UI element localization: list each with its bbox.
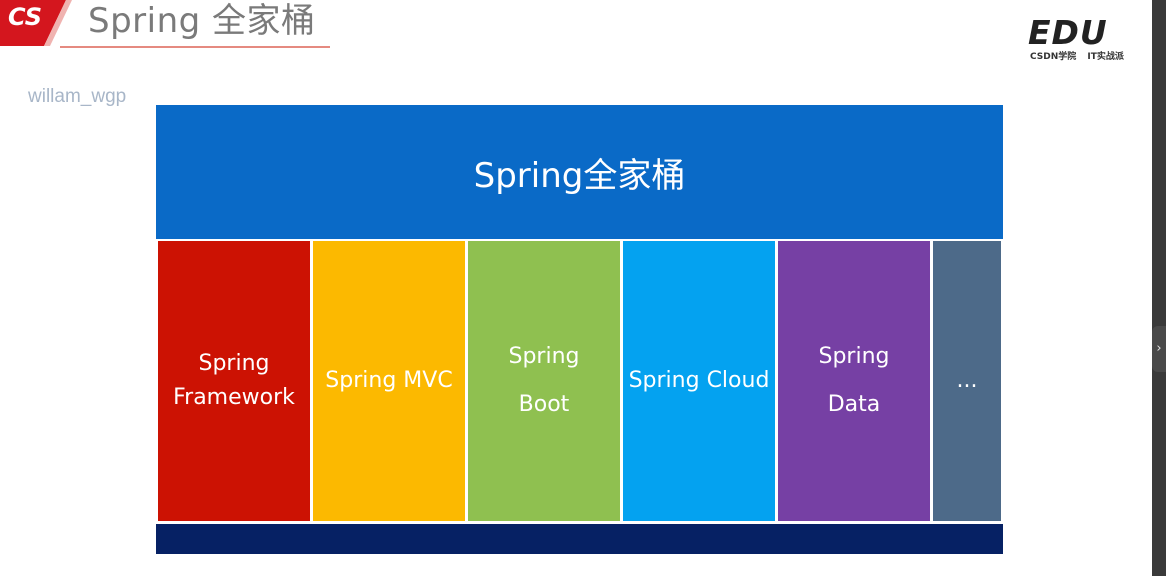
diagram-footer-bar	[156, 524, 1003, 554]
author-watermark: willam_wgp	[28, 86, 127, 107]
column-spring-framework: Spring Framework	[158, 241, 310, 521]
spring-family-diagram: Spring全家桶 Spring Framework Spring MVC Sp…	[156, 105, 1003, 554]
viewer-side-strip	[1152, 0, 1166, 576]
column-spring-mvc: Spring MVC	[313, 241, 465, 521]
edu-logo: EDU CSDN学院 IT实战派	[1028, 14, 1140, 64]
edu-logo-text: EDU	[1028, 13, 1108, 52]
column-spring-data: Spring Data	[778, 241, 930, 521]
diagram-header: Spring全家桶	[156, 105, 1003, 239]
column-label: ...	[956, 368, 978, 393]
column-spring-cloud: Spring Cloud	[623, 241, 775, 521]
edu-logo-subtitle: CSDN学院 IT实战派	[1030, 52, 1124, 62]
title-underline	[60, 46, 330, 48]
column-label: Spring MVC	[325, 368, 453, 393]
slide-title: Spring 全家桶	[88, 1, 316, 41]
column-label: Spring Cloud	[628, 368, 770, 393]
next-slide-button[interactable]: ›	[1152, 326, 1166, 372]
chevron-right-icon: ›	[1156, 341, 1162, 356]
column-more: ...	[933, 241, 1001, 521]
diagram-header-label: Spring全家桶	[473, 155, 686, 196]
column-label: Spring Boot	[508, 344, 580, 417]
column-label: Spring Data	[818, 344, 890, 417]
cs-logo-text: CS	[8, 3, 42, 31]
cs-logo: CS	[0, 0, 72, 46]
column-label: Spring Framework	[173, 351, 295, 410]
column-spring-boot: Spring Boot	[468, 241, 620, 521]
slide: CS Spring 全家桶 EDU CSDN学院 IT实战派 willam_wg…	[0, 0, 1152, 576]
